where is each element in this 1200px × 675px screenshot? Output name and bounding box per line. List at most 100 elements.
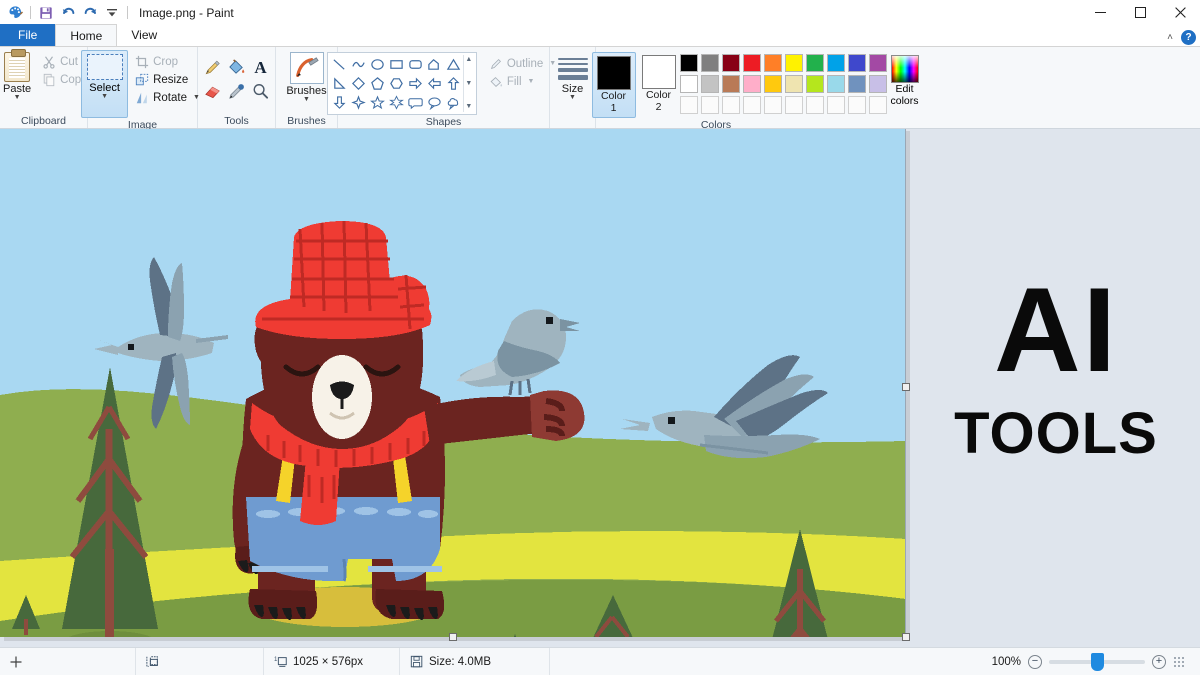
crop-button[interactable]: Crop [131,54,204,70]
shape-triangle[interactable] [444,55,463,74]
size-dropdown-icon[interactable]: ▼ [569,95,576,101]
palette-swatch-r2-c5[interactable] [764,75,782,93]
palette-swatch-r1-c3[interactable] [722,54,740,72]
size-option-3[interactable] [558,68,588,72]
zoom-out-button[interactable]: − [1028,655,1042,669]
shape-polygon[interactable] [425,55,444,74]
palette-swatch-r2-c2[interactable] [701,75,719,93]
select-dropdown-icon[interactable]: ▼ [101,94,108,100]
palette-swatch-r2-c3[interactable] [722,75,740,93]
palette-swatch-r2-c4[interactable] [743,75,761,93]
shape-oval[interactable] [368,55,387,74]
canvas-handle-corner[interactable] [902,633,910,641]
zoom-slider-thumb[interactable] [1091,653,1104,671]
redo-icon[interactable] [80,3,100,23]
palette-swatch-r2-c7[interactable] [806,75,824,93]
palette-swatch-r1-c5[interactable] [764,54,782,72]
shape-right-triangle[interactable] [330,74,349,93]
tab-home[interactable]: Home [55,24,117,46]
shape-oval-callout[interactable] [425,93,444,112]
palette-swatch-r2-c10[interactable] [869,75,887,93]
paste-button[interactable]: Paste ▼ [0,50,38,101]
shape-six-point-star[interactable] [387,93,406,112]
zoom-slider[interactable] [1049,660,1145,664]
canvas-handle-bottom[interactable] [449,633,457,641]
palette-swatch-r3-c5[interactable] [764,96,782,114]
select-button[interactable]: Select ▼ [81,50,128,118]
shape-line[interactable] [330,55,349,74]
close-button[interactable] [1160,0,1200,25]
palette-swatch-r3-c4[interactable] [743,96,761,114]
rotate-button[interactable]: Rotate ▼ [131,90,204,106]
minimize-button[interactable] [1080,0,1120,25]
shape-diamond[interactable] [349,74,368,93]
shape-up-arrow[interactable] [444,74,463,93]
paint-logo-icon[interactable] [5,3,25,23]
fill-tool-button[interactable] [226,56,248,78]
pencil-tool-button[interactable] [202,56,224,78]
shapes-expand-icon[interactable]: ▼ [465,103,472,111]
color-palette[interactable] [680,52,889,116]
palette-swatch-r2-c6[interactable] [785,75,803,93]
palette-swatch-r1-c7[interactable] [806,54,824,72]
shapes-scroll-up-icon[interactable]: ▲ [465,56,472,64]
edit-colors-button[interactable]: Edit colors [889,52,921,110]
palette-swatch-r1-c10[interactable] [869,54,887,72]
tab-file[interactable]: File [0,24,55,46]
palette-swatch-r3-c2[interactable] [701,96,719,114]
help-icon[interactable]: ? [1181,30,1196,45]
image-canvas[interactable] [0,129,906,637]
zoom-in-button[interactable]: + [1152,655,1166,669]
eraser-tool-button[interactable] [202,80,224,102]
shape-rounded-rectangle[interactable] [406,55,425,74]
palette-swatch-r1-c8[interactable] [827,54,845,72]
outline-button[interactable]: Outline ▼ [485,56,560,72]
palette-swatch-r3-c10[interactable] [869,96,887,114]
shape-cloud-callout[interactable] [444,93,463,112]
size-option-4[interactable] [558,75,588,81]
tab-view[interactable]: View [117,24,171,46]
paste-dropdown-icon[interactable]: ▼ [14,95,21,101]
palette-swatch-r2-c9[interactable] [848,75,866,93]
resize-button[interactable]: Resize [131,72,204,88]
shape-pentagon[interactable] [368,74,387,93]
shape-down-arrow[interactable] [330,93,349,112]
palette-swatch-r1-c2[interactable] [701,54,719,72]
size-option-1[interactable] [558,58,588,60]
palette-swatch-r3-c6[interactable] [785,96,803,114]
brushes-dropdown-icon[interactable]: ▼ [303,97,310,103]
size-option-2[interactable] [558,63,588,66]
palette-swatch-r3-c7[interactable] [806,96,824,114]
palette-swatch-r1-c6[interactable] [785,54,803,72]
color-picker-tool-button[interactable] [226,80,248,102]
shape-right-arrow[interactable] [406,74,425,93]
shape-left-arrow[interactable] [425,74,444,93]
palette-swatch-r3-c9[interactable] [848,96,866,114]
shape-rounded-callout[interactable] [406,93,425,112]
maximize-button[interactable] [1120,0,1160,25]
palette-swatch-r1-c9[interactable] [848,54,866,72]
customize-qat-icon[interactable] [102,3,122,23]
shape-rectangle[interactable] [387,55,406,74]
shapes-scroll-down-icon[interactable]: ▼ [465,80,472,88]
shape-five-point-star[interactable] [368,93,387,112]
save-icon[interactable] [36,3,56,23]
shape-hexagon[interactable] [387,74,406,93]
color1-button[interactable]: Color 1 [592,52,636,118]
fill-dropdown-icon[interactable]: ▼ [528,79,535,85]
undo-icon[interactable] [58,3,78,23]
shape-curve[interactable] [349,55,368,74]
palette-swatch-r1-c1[interactable] [680,54,698,72]
brushes-button[interactable]: Brushes ▼ [282,50,332,103]
magnifier-tool-button[interactable] [250,80,272,102]
color2-button[interactable]: Color 2 [638,52,680,116]
palette-swatch-r2-c1[interactable] [680,75,698,93]
palette-swatch-r3-c1[interactable] [680,96,698,114]
canvas-handle-right[interactable] [902,383,910,391]
palette-swatch-r3-c3[interactable] [722,96,740,114]
palette-swatch-r1-c4[interactable] [743,54,761,72]
fill-button[interactable]: Fill ▼ [485,74,560,90]
size-button[interactable]: Size ▼ [554,50,592,101]
shape-four-point-star[interactable] [349,93,368,112]
window-resize-grip[interactable] [1173,656,1185,668]
